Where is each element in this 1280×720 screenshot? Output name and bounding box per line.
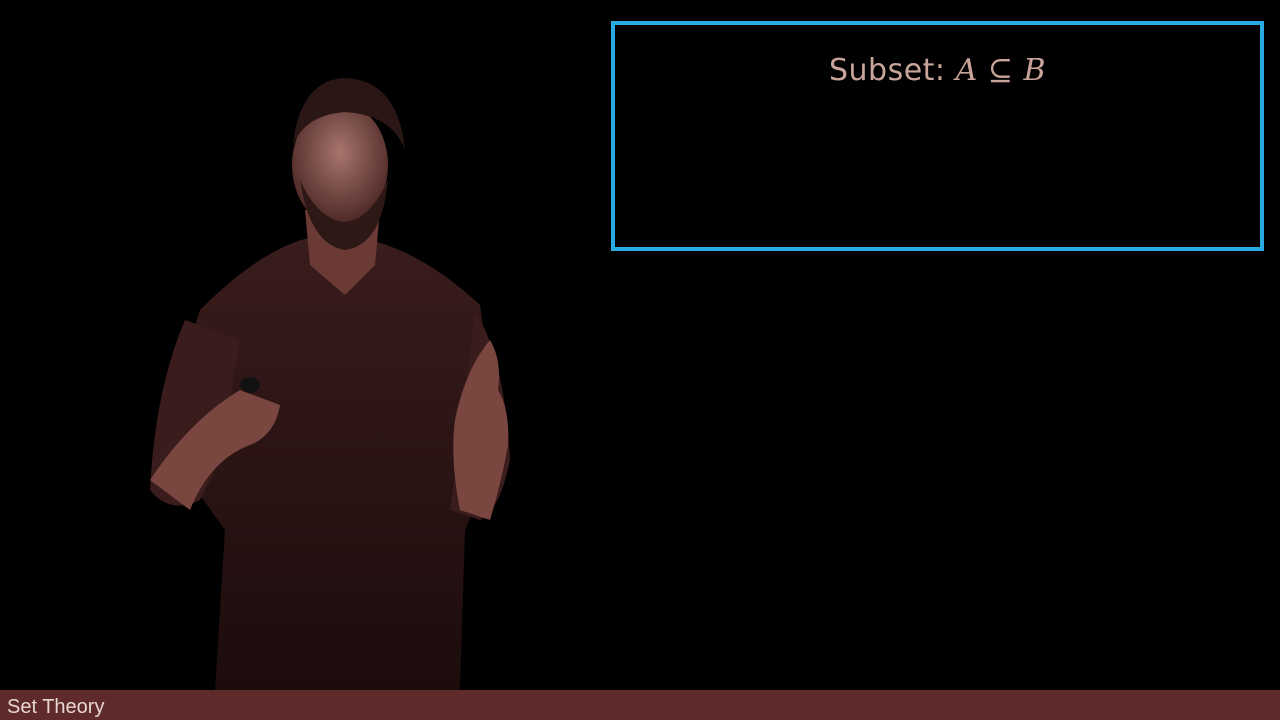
video-frame: Subset: A ⊆ B Set Theory [0, 0, 1280, 720]
footer-label: Set Theory [7, 696, 105, 718]
definition-title-math: A ⊆ B [955, 53, 1047, 88]
presenter-image [150, 78, 510, 690]
definition-box: Subset: A ⊆ B [611, 21, 1264, 251]
footer-bar: Set Theory [0, 690, 1280, 720]
definition-title: Subset: A ⊆ B [615, 53, 1260, 88]
definition-title-word: Subset: [828, 53, 946, 88]
